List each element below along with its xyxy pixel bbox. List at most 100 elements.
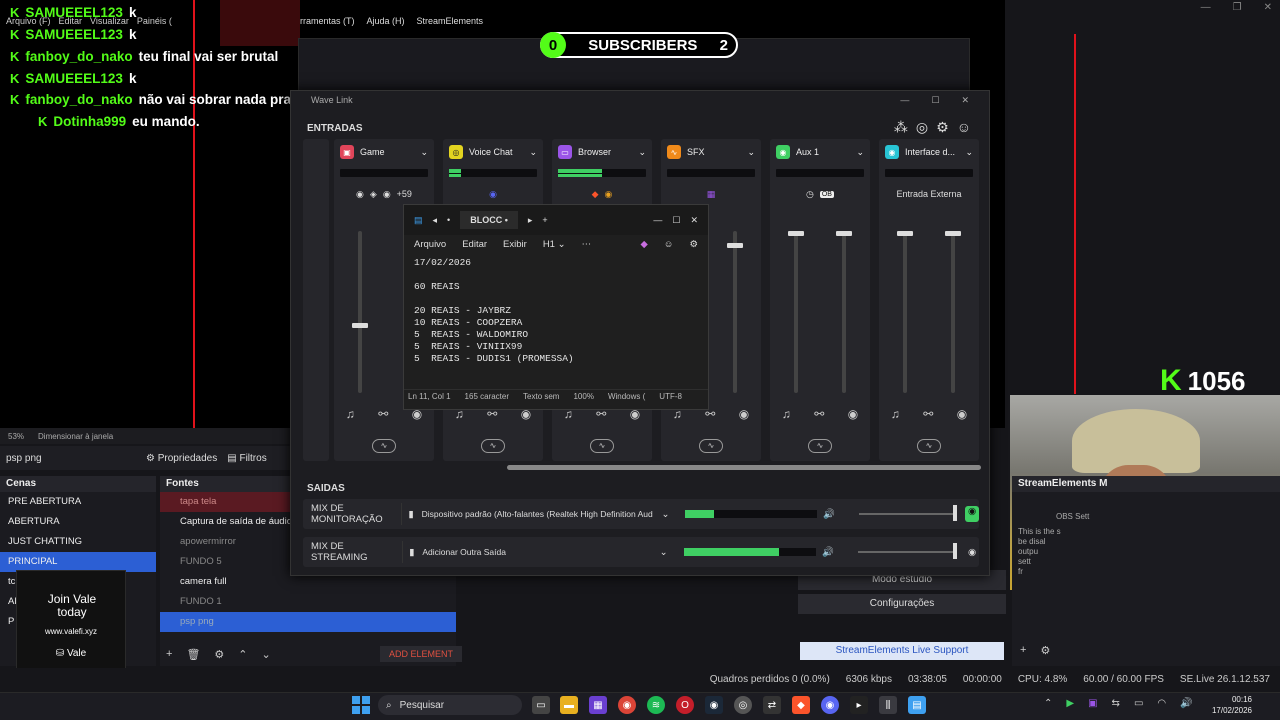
user-icon[interactable]: ☺ (957, 119, 971, 136)
effects-button[interactable]: ∿ (917, 439, 941, 453)
effects-button[interactable]: ∿ (808, 439, 832, 453)
wavelink-icon[interactable]: ⫼ (879, 696, 897, 714)
file-explorer-icon[interactable]: ▬ (560, 696, 578, 714)
menu-arquivo[interactable]: Arquivo (414, 239, 446, 250)
broadcast-muted-icon[interactable]: ◉ (957, 407, 967, 421)
horizontal-scrollbar[interactable] (507, 465, 981, 470)
headphones-icon[interactable]: ♫ (782, 407, 791, 421)
add-icon[interactable]: + (1020, 644, 1026, 657)
heading-select[interactable]: H1 ⌄ (543, 239, 566, 250)
streamlabs-icon[interactable]: ⇄ (763, 696, 781, 714)
notepad-text-area[interactable]: 17/02/2026 60 REAIS 20 REAIS - JAYBRZ 10 … (404, 253, 708, 389)
obs-icon[interactable]: ◎ (734, 696, 752, 714)
tab-prev-icon[interactable]: ◂ (433, 215, 438, 226)
stream-slider[interactable] (836, 231, 852, 393)
zoom-mode[interactable]: Dimensionar à janela (38, 432, 113, 441)
scene-item[interactable]: JUST CHATTING (0, 532, 156, 552)
menu-editar[interactable]: Editar (462, 239, 487, 250)
chevron-down-icon[interactable]: ⌄ (965, 147, 973, 158)
source-item-selected[interactable]: psp png (160, 612, 456, 632)
gear-icon[interactable]: ⚙ (1040, 644, 1050, 657)
effects-button[interactable]: ∿ (699, 439, 723, 453)
account-icon[interactable]: ☺ (664, 239, 674, 250)
minimize-icon[interactable]: — (900, 95, 909, 107)
stream-slider[interactable] (945, 231, 961, 393)
windows-start-icon[interactable] (352, 696, 370, 714)
scene-item[interactable]: ABERTURA (0, 512, 156, 532)
chrome-icon[interactable]: ◉ (618, 696, 636, 714)
headset-icon[interactable]: ◎ (916, 119, 928, 136)
volume-icon[interactable]: 🔊 (1180, 698, 1192, 709)
steam-icon[interactable]: ◉ (705, 696, 723, 714)
close-icon[interactable]: ✕ (1264, 2, 1272, 13)
monitor-toggle-icon[interactable]: ◉ (965, 506, 980, 522)
menu-streamelements[interactable]: StreamElements (417, 16, 484, 26)
broadcast-icon[interactable]: ◉ (848, 407, 858, 421)
apps-icon[interactable]: ⁂ (894, 119, 908, 136)
taskbar-clock[interactable]: 00:16 17/02/2026 (1212, 694, 1252, 716)
wifi-icon[interactable]: ◠ (1157, 698, 1166, 709)
chevron-down-icon[interactable]: ⌄ (856, 147, 864, 158)
effects-button[interactable]: ∿ (590, 439, 614, 453)
chevron-down-icon[interactable]: ⌄ (747, 147, 755, 158)
menu-ferramentas[interactable]: rramentas (T) (300, 16, 355, 26)
mix-volume-slider[interactable] (858, 505, 958, 521)
up-icon[interactable]: ⌃ (238, 648, 247, 661)
link-icon[interactable]: ⚯ (378, 407, 388, 421)
more-icon[interactable]: ⋯ (582, 239, 592, 250)
new-tab-icon[interactable]: + (542, 215, 547, 225)
effects-button[interactable]: ∿ (372, 439, 396, 453)
notepad-tab[interactable]: BLOCC • (460, 211, 518, 229)
output-device-select[interactable]: ▮ Dispositivo padrão (Alto-falantes (Real… (401, 503, 675, 525)
filters-button[interactable]: ▤ Filtros (227, 453, 266, 464)
app-icon[interactable]: ▸ (850, 696, 868, 714)
notepad-icon[interactable]: ▤ (908, 696, 926, 714)
minimize-icon[interactable]: — (1201, 2, 1211, 13)
play-icon[interactable]: ▶ (1066, 698, 1074, 709)
settings-button[interactable]: Configurações (798, 594, 1006, 614)
menu-exibir[interactable]: Exibir (503, 239, 527, 250)
chevron-down-icon[interactable]: ⌄ (638, 147, 646, 158)
maximize-icon[interactable]: ☐ (931, 95, 939, 107)
link-icon[interactable]: ⚯ (923, 407, 933, 421)
chevron-down-icon[interactable]: ⌄ (420, 147, 428, 158)
properties-button[interactable]: ⚙ Propriedades (146, 453, 217, 464)
se-support-button[interactable]: StreamElements Live Support (800, 642, 1004, 660)
menu-paineis[interactable]: Painéis ( (137, 16, 172, 34)
monitor-toggle-icon[interactable]: ◉ (965, 547, 979, 558)
headphones-muted-icon[interactable]: ♫ (891, 407, 900, 421)
stream-slider[interactable] (727, 231, 743, 393)
close-icon[interactable]: ✕ (961, 95, 969, 107)
add-element-button[interactable]: ADD ELEMENT (380, 646, 462, 662)
network-icon[interactable]: ⇆ (1112, 698, 1120, 709)
add-icon[interactable]: + (166, 648, 172, 661)
gear-icon[interactable]: ⚙ (936, 119, 949, 136)
chevron-up-icon[interactable]: ⌃ (1044, 698, 1052, 709)
discord-icon[interactable]: ◉ (821, 696, 839, 714)
maximize-icon[interactable]: ❐ (1233, 2, 1242, 13)
gear-icon[interactable]: ⚙ (214, 648, 224, 661)
down-icon[interactable]: ⌄ (262, 648, 271, 661)
app-tray-icon[interactable]: ▣ (1088, 698, 1097, 709)
link-icon[interactable]: ⚯ (814, 407, 824, 421)
headphones-icon[interactable]: ♫ (346, 407, 355, 421)
monitor-slider[interactable] (897, 231, 913, 393)
copilot-icon[interactable]: ◆ (640, 239, 647, 250)
scene-item[interactable]: PRE ABERTURA (0, 492, 156, 512)
screen-icon[interactable]: ▭ (1134, 698, 1143, 709)
gear-icon[interactable]: ⚙ (689, 239, 698, 250)
task-view-icon[interactable]: ▭ (532, 696, 550, 714)
minimize-icon[interactable]: — (653, 215, 662, 225)
maximize-icon[interactable]: ☐ (672, 215, 680, 226)
broadcast-icon[interactable]: ◉ (739, 407, 749, 421)
volume-icon[interactable]: 🔊 (823, 509, 835, 520)
output-device-select[interactable]: ▮ Adicionar Outra Saída ⌄ (402, 541, 673, 563)
app-grid-icon[interactable]: ▦ (589, 696, 607, 714)
opera-icon[interactable]: O (676, 696, 694, 714)
tab-next-icon[interactable]: ▸ (528, 215, 533, 226)
source-item[interactable]: FUNDO 1 (160, 592, 456, 612)
brave-icon[interactable]: ◆ (792, 696, 810, 714)
menu-ajuda[interactable]: Ajuda (H) (367, 16, 405, 26)
trash-icon[interactable]: 🗑 (186, 648, 200, 661)
monitor-slider[interactable] (352, 231, 368, 393)
